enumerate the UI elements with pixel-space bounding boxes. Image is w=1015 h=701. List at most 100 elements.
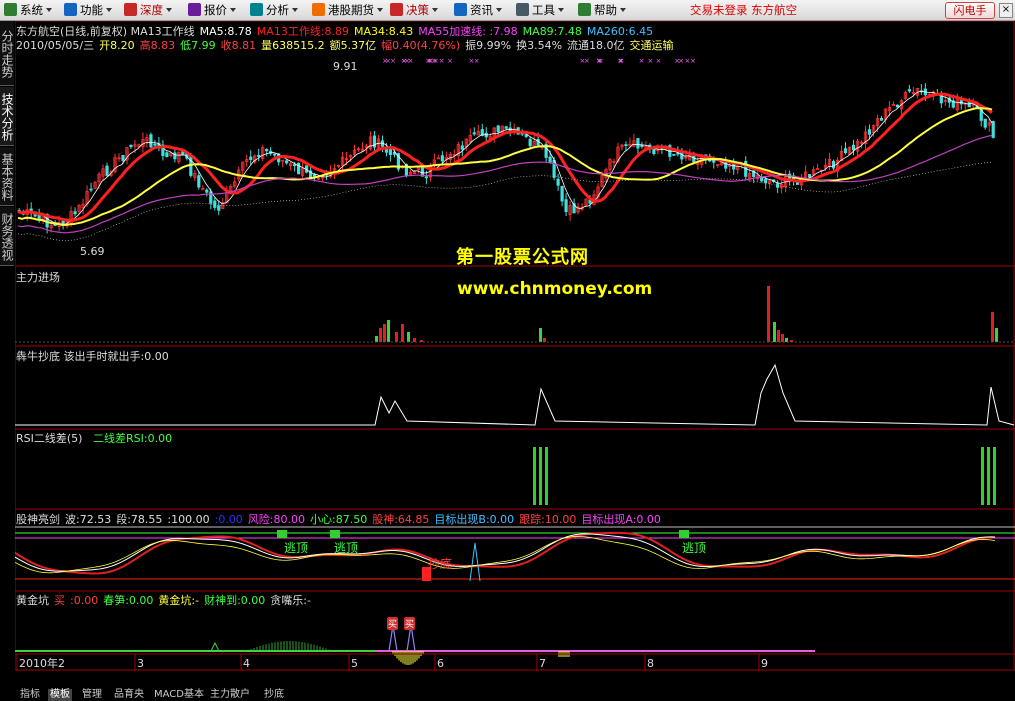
chart-area[interactable]: × × × × × × × × × × × × × × × × × × × × × × × × × × × × × × × 2010年2 3 4 5… bbox=[14, 20, 1015, 671]
candle-body bbox=[552, 159, 556, 178]
menu-item-2[interactable]: 深度 bbox=[140, 0, 172, 20]
info-segment: 黄金坑 bbox=[16, 594, 49, 607]
flash-trade-button[interactable]: 闪电手 bbox=[945, 2, 995, 19]
bottom-tab-1[interactable]: 模板 bbox=[48, 689, 72, 701]
signal-marker: × bbox=[401, 57, 407, 65]
main-force-bar bbox=[995, 328, 998, 342]
candle-body bbox=[257, 154, 261, 157]
menu-item-7[interactable]: 资讯 bbox=[470, 0, 502, 20]
candle-body bbox=[556, 178, 560, 186]
candle-body bbox=[249, 156, 253, 160]
pane-rsi-value: 二线差RSI:0.00 bbox=[93, 432, 173, 445]
x-axis-label: 5 bbox=[351, 657, 358, 670]
close-icon[interactable]: × bbox=[999, 3, 1013, 18]
signal-marker: × bbox=[447, 57, 453, 65]
chevron-down-icon bbox=[230, 8, 236, 12]
rsi-bar bbox=[533, 447, 536, 505]
menu-item-8[interactable]: 工具 bbox=[532, 0, 564, 20]
escape-marker bbox=[679, 530, 689, 538]
menu-item-0[interactable]: 系统 bbox=[20, 0, 52, 20]
signal-marker: × bbox=[678, 57, 684, 65]
info-segment: 开8.20 bbox=[99, 39, 135, 52]
info-segment: :0.00 bbox=[70, 594, 99, 607]
signal-marker: × bbox=[382, 57, 388, 65]
x-axis-label: 8 bbox=[647, 657, 654, 670]
main-force-bar bbox=[407, 332, 410, 342]
bottom-tab-0[interactable]: 指标 bbox=[18, 689, 42, 701]
chevron-down-icon bbox=[106, 8, 112, 12]
candle-body bbox=[867, 129, 872, 135]
main-force-bar bbox=[387, 320, 390, 342]
menu-item-3[interactable]: 报价 bbox=[204, 0, 236, 20]
high-price-marker: 9.91 bbox=[333, 60, 358, 73]
candle-body bbox=[265, 148, 269, 152]
chevron-down-icon bbox=[46, 8, 52, 12]
candle-body bbox=[636, 138, 640, 149]
escape-top-label-3: 逃顶 bbox=[682, 541, 707, 555]
menu-item-1[interactable]: 功能 bbox=[80, 0, 112, 20]
bottom-tab-2[interactable]: 管理 bbox=[80, 689, 104, 701]
menu-item-5[interactable]: 港股期货 bbox=[328, 0, 383, 20]
ma5-line bbox=[17, 90, 993, 226]
candle-body bbox=[129, 144, 133, 148]
chevron-down-icon bbox=[496, 8, 502, 12]
info-segment: 波:72.53 bbox=[65, 513, 112, 526]
side-tab-2[interactable]: 基本资料 bbox=[0, 147, 14, 206]
candle-body bbox=[564, 199, 568, 213]
candle-body bbox=[560, 185, 564, 202]
main-force-bar bbox=[401, 324, 404, 342]
bottom-tab-6[interactable]: 抄底 bbox=[262, 689, 286, 701]
kline-chart-svg: × × ×× × ×× ××× × ×× ×× ××× ×× ×× × ×× ××× × ××2010年2 3 4 5… bbox=[14, 20, 1015, 671]
bottom-tab-4[interactable]: MACD基本 bbox=[152, 689, 206, 701]
info-segment: 换3.54% bbox=[516, 39, 563, 52]
signal-marker: × bbox=[690, 57, 696, 65]
menu-item-9[interactable]: 帮助 bbox=[594, 0, 626, 20]
candle-body bbox=[983, 118, 987, 128]
main-force-bar bbox=[395, 332, 398, 342]
main-force-bar bbox=[767, 286, 770, 342]
info-segment: 段:78.55 bbox=[116, 513, 163, 526]
bottom-tab-5[interactable]: 主力散户 bbox=[208, 689, 252, 701]
menu-item-6[interactable]: 决策 bbox=[406, 0, 438, 20]
info-segment: 小心:87.50 bbox=[310, 513, 368, 526]
rsi-bar bbox=[539, 447, 542, 505]
info-segment: 股神:64.85 bbox=[372, 513, 430, 526]
bottom-tab-3[interactable]: 品育央 bbox=[112, 689, 146, 701]
info-segment: 黄金坑:- bbox=[158, 594, 200, 607]
menu-icon-1 bbox=[64, 3, 77, 16]
menu-icon-3 bbox=[188, 3, 201, 16]
candle-body bbox=[851, 144, 856, 151]
side-tab-3[interactable]: 财务透视 bbox=[0, 207, 14, 266]
main-force-bar bbox=[773, 322, 776, 342]
signal-marker: × bbox=[408, 57, 414, 65]
info-segment: 低7.99 bbox=[180, 39, 216, 52]
menu-icon-0 bbox=[4, 3, 17, 16]
candle-body bbox=[939, 95, 943, 104]
candle-body bbox=[121, 154, 125, 161]
info-segment: 2010/05/05/三 bbox=[16, 39, 95, 52]
pane-gold-pit-line: 黄金坑买:0.00 春笋:0.00 黄金坑:- 财神到:0.00 贪嘴乐:- bbox=[16, 592, 316, 608]
menu-icon-4 bbox=[250, 3, 263, 16]
candle-body bbox=[831, 160, 836, 169]
ma260-line bbox=[17, 161, 993, 242]
candle-body bbox=[273, 153, 277, 156]
candle-body bbox=[496, 125, 500, 133]
info-segment: 跟踪:10.00 bbox=[519, 513, 577, 526]
candle-body bbox=[991, 121, 995, 138]
side-tab-0[interactable]: 分时走势 bbox=[0, 21, 14, 86]
x-axis-label: 2010年2 bbox=[19, 656, 65, 670]
info-segment: 目标出现B:0.00 bbox=[434, 513, 515, 526]
candle-body bbox=[460, 145, 464, 150]
watermark-url: www.chnmoney.com bbox=[457, 279, 653, 299]
candle-body bbox=[424, 176, 428, 179]
candle-body bbox=[440, 155, 444, 162]
bottom-tabs: 指标 模板 管理 品育央 MACD基本 主力散户 抄底 bbox=[0, 688, 1015, 701]
menu-item-4[interactable]: 分析 bbox=[266, 0, 298, 20]
menu-icon-5 bbox=[312, 3, 325, 16]
rsi-bar bbox=[545, 447, 548, 505]
escape-marker bbox=[277, 530, 287, 538]
candle-body bbox=[879, 118, 884, 121]
signal-marker: × bbox=[596, 57, 602, 65]
main-force-bar bbox=[413, 338, 416, 342]
side-tab-1[interactable]: 技术分析 bbox=[0, 87, 14, 146]
